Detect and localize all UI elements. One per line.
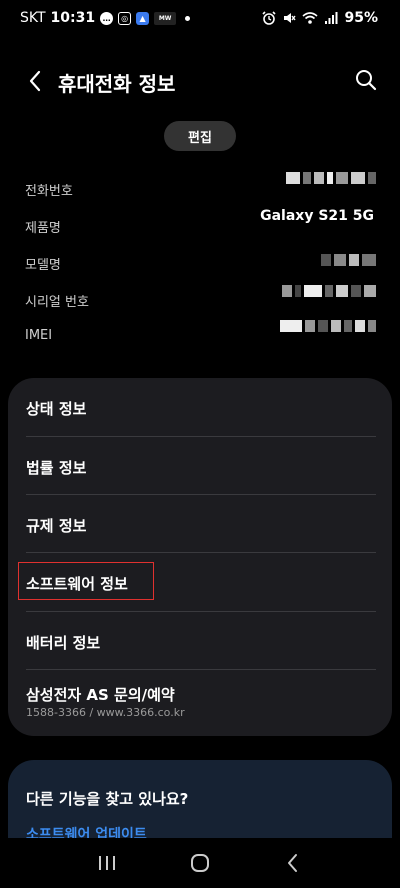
alarm-icon — [262, 11, 277, 25]
menu-item-label: 상태 정보 — [26, 400, 87, 418]
home-icon — [190, 854, 209, 872]
menu-item-regulatory[interactable]: 규제 정보 — [8, 495, 392, 553]
home-button[interactable] — [180, 848, 220, 878]
navigation-bar — [0, 838, 400, 888]
instagram-icon: ◎ — [118, 11, 132, 25]
menu-item-label: 배터리 정보 — [26, 634, 101, 652]
menu-item-label: 삼성전자 AS 문의/예약 — [26, 686, 175, 704]
software-info-highlight-box — [18, 562, 154, 600]
search-icon — [356, 70, 377, 91]
imei-row[interactable]: IMEI — [0, 308, 400, 345]
imei-label: IMEI — [25, 328, 53, 343]
app-header: 휴대전화 정보 — [0, 56, 400, 106]
model-number-row[interactable]: 모델명 — [0, 234, 400, 273]
edit-button[interactable]: 편집 — [164, 121, 236, 151]
app-icon: ▲ — [136, 11, 150, 25]
suggestion-title: 다른 기능을 찾고 있나요? — [26, 790, 189, 808]
info-menu-card: 상태 정보 법률 정보 규제 정보 소프트웨어 정보 배터리 정보 삼성전자 A… — [8, 378, 392, 736]
menu-item-label: 법률 정보 — [26, 459, 87, 477]
phone-number-row[interactable]: 전화번호 — [0, 160, 400, 199]
serial-number-redacted — [282, 285, 376, 297]
back-button[interactable] — [22, 68, 48, 94]
wifi-icon — [302, 12, 319, 24]
menu-item-legal[interactable]: 법률 정보 — [8, 437, 392, 495]
status-bar: SKT 10:31 … ◎ ▲ MW 95% — [0, 0, 400, 36]
battery-level: 95% — [344, 10, 378, 26]
chevron-left-icon — [29, 70, 41, 92]
menu-item-samsung-as[interactable]: 삼성전자 AS 문의/예약 1588-3366 / www.3366.co.kr — [8, 670, 392, 736]
menu-item-sublabel: 1588-3366 / www.3366.co.kr — [26, 706, 185, 719]
phone-number-redacted — [286, 172, 376, 184]
search-button[interactable] — [354, 68, 380, 94]
recent-apps-button[interactable] — [87, 848, 127, 878]
chat-icon: … — [100, 11, 114, 25]
mw-icon: MW — [154, 11, 177, 25]
back-nav-icon — [288, 854, 298, 872]
model-name-value: Galaxy S21 5G — [260, 208, 374, 224]
carrier: SKT — [20, 10, 46, 26]
model-number-redacted — [321, 254, 376, 266]
menu-item-battery[interactable]: 배터리 정보 — [8, 612, 392, 670]
serial-number-row[interactable]: 시리얼 번호 — [0, 271, 400, 310]
clock: 10:31 — [50, 10, 96, 26]
menu-item-label: 규제 정보 — [26, 517, 87, 535]
notification-dot-icon — [185, 15, 191, 21]
page-title: 휴대전화 정보 — [58, 72, 176, 96]
back-nav-button[interactable] — [273, 848, 313, 878]
mute-icon — [284, 13, 297, 23]
recent-apps-icon — [98, 856, 115, 870]
menu-item-status[interactable]: 상태 정보 — [8, 378, 392, 436]
device-info-list: 전화번호 제품명 Galaxy S21 5G 모델명 시리얼 번호 IMEI — [0, 160, 400, 345]
imei-redacted — [280, 320, 376, 332]
signal-icon — [325, 12, 338, 24]
model-name-row[interactable]: 제품명 Galaxy S21 5G — [0, 197, 400, 236]
